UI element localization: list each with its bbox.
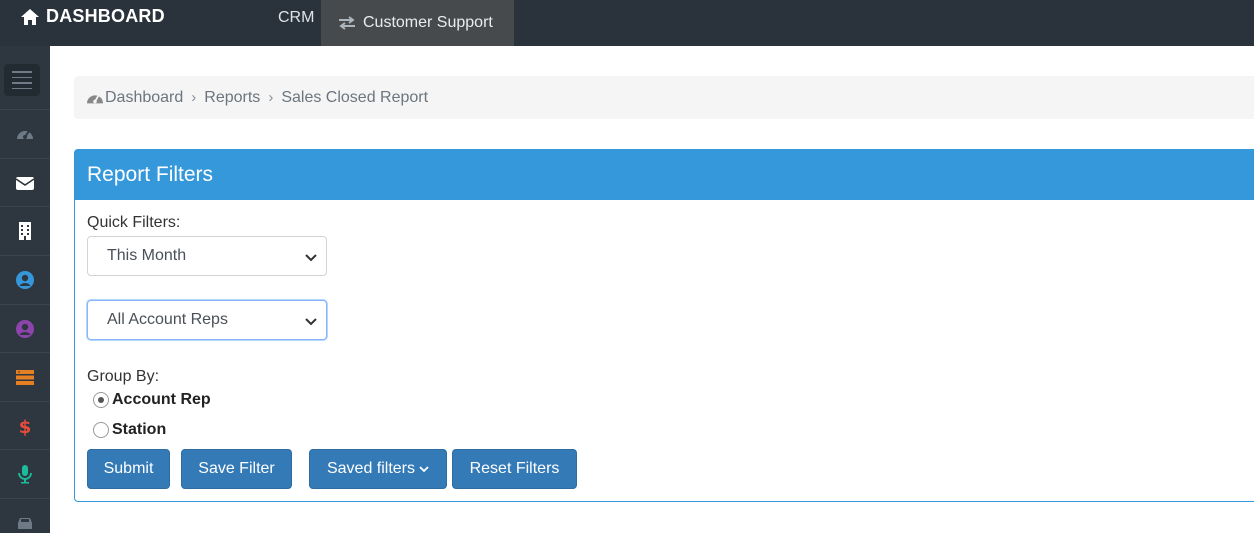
radio-account-rep-label: Account Rep [112,391,211,408]
sidebar-item-dashboard[interactable] [0,109,50,157]
sidebar-item-servers[interactable] [0,352,50,400]
radio-station[interactable] [93,422,109,438]
sidebar-item-sales[interactable]: $ [0,401,50,449]
saved-filters-dropdown-button[interactable]: Saved filters [309,449,447,489]
chevron-down-icon [305,254,317,262]
car-icon [18,517,32,529]
dashboard-gauge-icon [87,94,103,103]
save-filter-button[interactable]: Save Filter [181,449,292,489]
exchange-icon [339,16,355,30]
radio-station-label: Station [112,421,167,438]
chevron-down-icon [419,466,429,473]
account-rep-value: All Account Reps [107,311,228,328]
reset-filters-button[interactable]: Reset Filters [452,449,577,489]
breadcrumb-separator-icon: › [191,89,197,106]
account-rep-select[interactable]: All Account Reps [87,300,327,340]
quick-filter-value: This Month [107,247,187,264]
submit-button[interactable]: Submit [87,449,170,489]
group-by-option-station[interactable]: Station [93,421,166,439]
nav-customer-support-label: Customer Support [363,14,493,31]
dashboard-gauge-icon [17,129,33,139]
sidebar: $ [0,46,50,533]
breadcrumb-item-reports[interactable]: Reports [204,89,260,107]
menu-toggle-button[interactable] [4,64,40,96]
top-navbar: DASHBOARD CRM Customer Support [0,0,1254,46]
home-icon [21,8,39,25]
group-by-option-account-rep[interactable]: Account Rep [93,391,211,409]
sidebar-item-contacts[interactable] [0,255,50,303]
group-by-label: Group By: [87,368,160,385]
svg-text:$: $ [19,417,32,436]
breadcrumb-item-dashboard[interactable]: Dashboard [105,89,183,107]
radio-account-rep[interactable] [93,392,109,408]
sidebar-item-mail[interactable] [0,158,50,206]
breadcrumb: Dashboard › Reports › Sales Closed Repor… [74,76,1254,119]
quick-filter-select[interactable]: This Month [87,236,327,276]
server-icon [16,369,34,385]
chevron-down-icon [305,318,317,326]
nav-customer-support[interactable]: Customer Support [321,0,514,46]
building-icon [19,221,31,240]
microphone-icon [18,464,32,483]
brand-link[interactable]: DASHBOARD [20,6,165,27]
nav-crm[interactable]: CRM [278,9,314,27]
user-circle-icon [16,319,34,338]
envelope-icon [15,176,35,190]
breadcrumb-separator-icon: › [268,89,274,106]
panel-title: Report Filters [75,150,1254,200]
sidebar-item-users[interactable] [0,304,50,352]
dollar-icon: $ [19,417,32,436]
quick-filters-label: Quick Filters: [87,214,181,231]
saved-filters-label: Saved filters [326,460,416,477]
brand-label: DASHBOARD [46,6,165,26]
sidebar-item-audio[interactable] [0,449,50,497]
sidebar-item-companies[interactable] [0,206,50,254]
sidebar-item-vehicles[interactable] [0,498,50,533]
user-circle-icon [16,270,34,289]
breadcrumb-item-current: Sales Closed Report [281,88,429,106]
